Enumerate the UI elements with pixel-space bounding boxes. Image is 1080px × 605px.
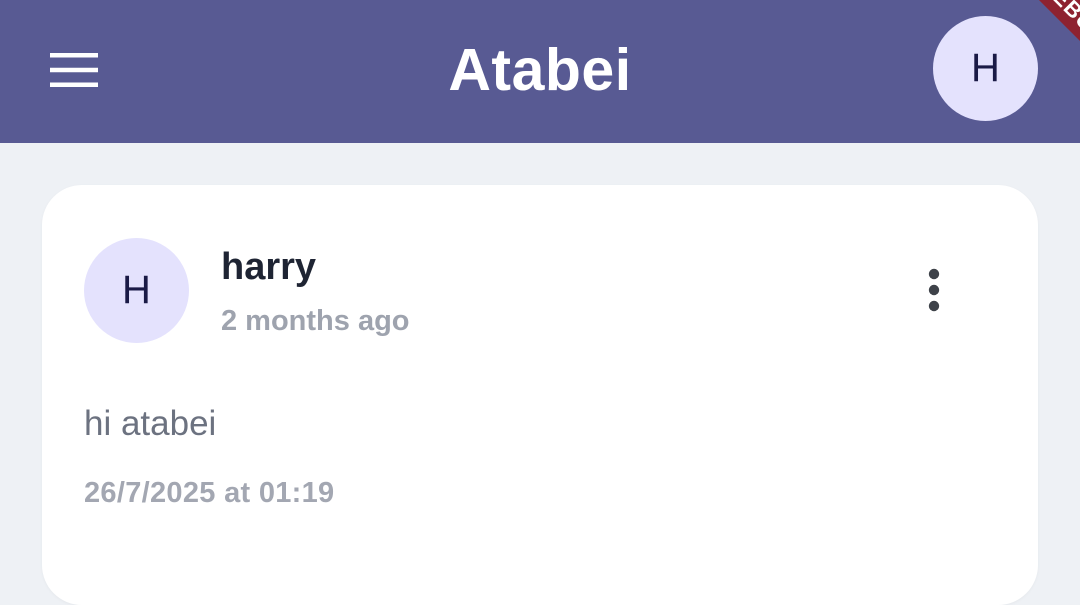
post-card[interactable]: H harry 2 months ago hi atabei 26/7/2025…	[42, 185, 1038, 605]
post-timestamp: 26/7/2025 at 01:19	[84, 477, 335, 509]
author-avatar[interactable]: H	[84, 238, 189, 343]
profile-avatar-button[interactable]: H	[933, 16, 1038, 121]
app-bar: Atabei H DEBUG	[0, 0, 1080, 143]
more-vertical-icon	[928, 268, 940, 312]
author-name[interactable]: harry	[221, 243, 316, 291]
post-time-ago: 2 months ago	[221, 305, 410, 337]
post-more-button[interactable]	[906, 255, 962, 325]
page-title: Atabei	[448, 37, 632, 103]
post-content: hi atabei	[84, 404, 217, 443]
